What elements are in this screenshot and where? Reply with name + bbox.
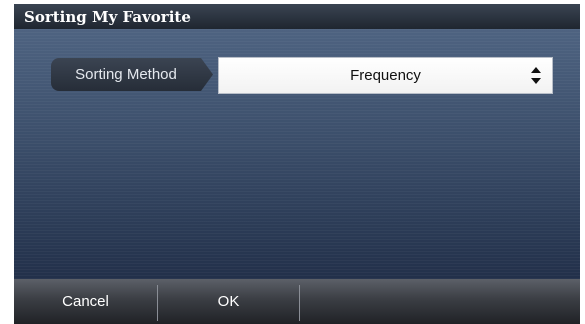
cancel-button[interactable]: Cancel xyxy=(14,279,157,324)
button-divider xyxy=(299,285,300,321)
sorting-method-select[interactable]: Frequency xyxy=(218,57,553,94)
up-down-arrows-icon xyxy=(531,67,541,84)
button-bar: Cancel OK xyxy=(14,279,580,324)
title-bar: Sorting My Favorite xyxy=(14,4,580,29)
sorting-method-label-pill: Sorting Method xyxy=(51,58,213,91)
sorting-method-value: Frequency xyxy=(350,67,421,84)
ok-button[interactable]: OK xyxy=(158,279,299,324)
window-title: Sorting My Favorite xyxy=(24,8,191,26)
sorting-method-label: Sorting Method xyxy=(75,66,177,83)
dialog-screen: Sorting My Favorite Sorting Method Frequ… xyxy=(14,4,580,324)
settings-panel: Sorting Method Frequency xyxy=(14,29,580,279)
